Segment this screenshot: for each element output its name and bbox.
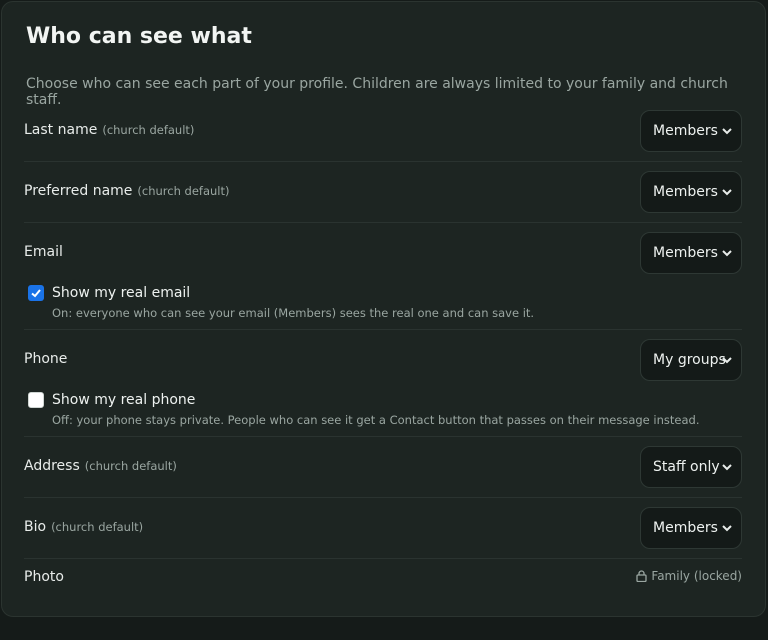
field-row-email: Email Members [24, 231, 742, 275]
field-row-photo: Photo Family (locked) [24, 559, 742, 595]
field-label: Phone [24, 351, 68, 367]
preferred-name-visibility-select[interactable]: Members [640, 171, 742, 213]
chevron-down-icon [722, 250, 732, 257]
select-value: Members [653, 245, 718, 261]
field-row-preferred-name: Preferred name (church default) Members [24, 170, 742, 214]
divider [24, 161, 742, 162]
field-label: Bio [24, 519, 47, 535]
select-value: My groups [653, 352, 726, 368]
field-hint: (church default) [84, 459, 177, 473]
phone-option-note: Off: your phone stays private. People wh… [52, 413, 700, 427]
field-row-last-name: Last name (church default) Members [24, 109, 742, 153]
field-hint: (church default) [137, 184, 230, 198]
divider [24, 497, 742, 498]
page-title: Who can see what [26, 24, 252, 49]
photo-locked-text: Family (locked) [651, 569, 742, 583]
chevron-down-icon [722, 357, 732, 364]
email-option-note: On: everyone who can see your email (Mem… [52, 306, 535, 320]
field-row-address: Address (church default) Staff only [24, 445, 742, 489]
page-description: Choose who can see each part of your pro… [26, 76, 728, 108]
show-real-email-checkbox[interactable] [28, 285, 44, 301]
field-label: Preferred name [24, 183, 133, 199]
show-real-phone-label[interactable]: Show my real phone [52, 392, 195, 408]
field-label: Email [24, 244, 63, 260]
field-hint: (church default) [102, 123, 195, 137]
chevron-down-icon [722, 525, 732, 532]
field-label: Last name [24, 122, 98, 138]
show-real-phone-checkbox[interactable] [28, 392, 44, 408]
phone-visibility-select[interactable]: My groups [640, 339, 742, 381]
field-label: Photo [24, 569, 64, 585]
divider [24, 436, 742, 437]
field-hint: (church default) [51, 520, 144, 534]
field-label: Address [24, 458, 80, 474]
photo-locked-indicator: Family (locked) [636, 569, 742, 583]
checkmark-icon [31, 289, 41, 298]
select-value: Members [653, 184, 718, 200]
select-value: Members [653, 123, 718, 139]
field-row-bio: Bio (church default) Members [24, 506, 742, 550]
email-visibility-select[interactable]: Members [640, 232, 742, 274]
lock-icon [636, 570, 648, 583]
chevron-down-icon [722, 128, 732, 135]
address-visibility-select[interactable]: Staff only [640, 446, 742, 488]
divider [24, 222, 742, 223]
select-value: Staff only [653, 459, 720, 475]
field-row-phone: Phone My groups [24, 338, 742, 382]
chevron-down-icon [722, 189, 732, 196]
show-real-email-label[interactable]: Show my real email [52, 285, 190, 301]
bio-visibility-select[interactable]: Members [640, 507, 742, 549]
chevron-down-icon [722, 464, 732, 471]
last-name-visibility-select[interactable]: Members [640, 110, 742, 152]
select-value: Members [653, 520, 718, 536]
divider [24, 329, 742, 330]
